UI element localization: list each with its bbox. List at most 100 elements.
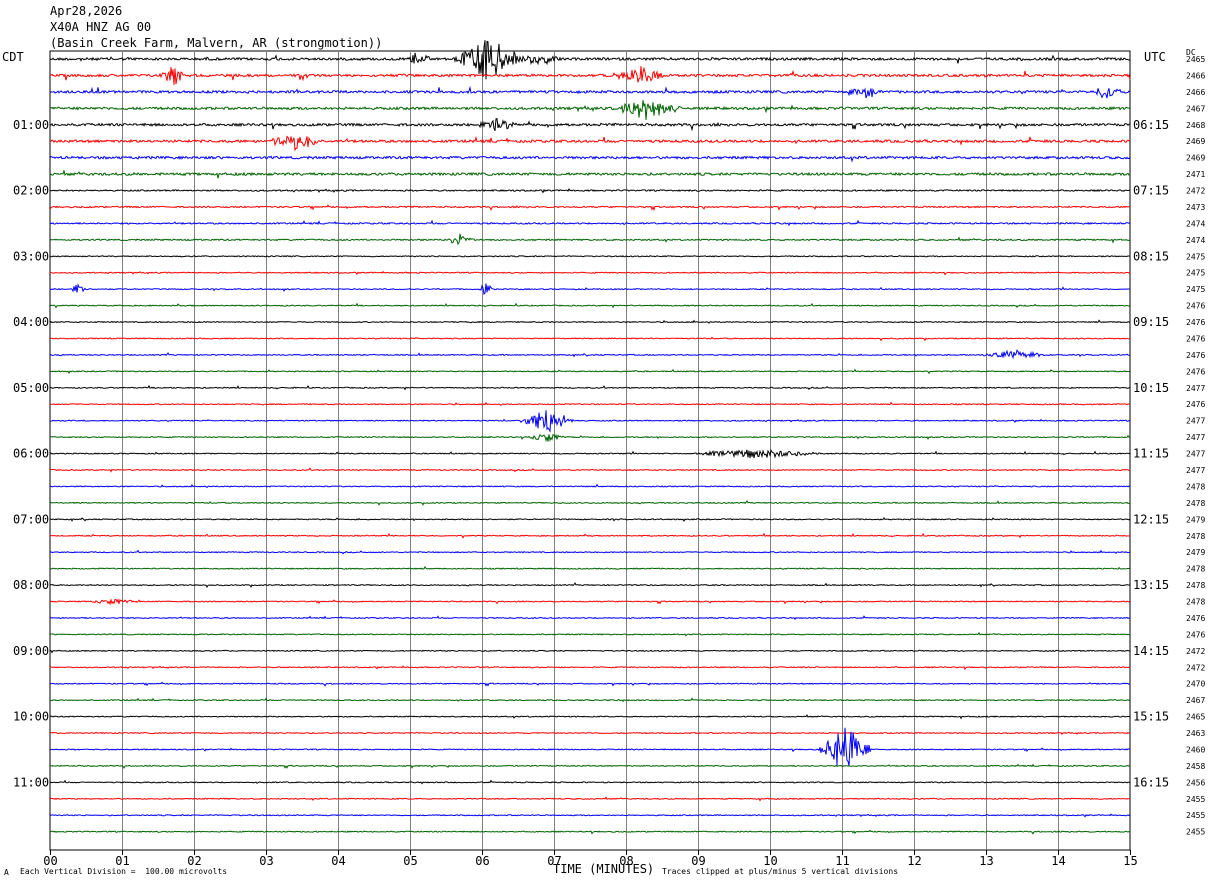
dc-offset-label: 2463: [1186, 729, 1205, 738]
seismic-trace: [49, 219, 1131, 227]
seismic-trace: [49, 336, 1131, 342]
dc-offset-label: 2476: [1186, 614, 1205, 623]
dc-offset-label: 2478: [1186, 482, 1205, 491]
x-axis-title: TIME (MINUTES): [553, 862, 655, 876]
local-time-label: 02:00: [13, 184, 49, 198]
seismic-trace: [49, 565, 1131, 571]
x-tick-label: 11: [835, 854, 849, 868]
dc-offset-label: 2460: [1186, 745, 1205, 754]
x-tick-label: 15: [1123, 854, 1137, 868]
seismic-trace: [49, 187, 1131, 194]
seismic-trace: [49, 483, 1131, 489]
dc-offset-label: 2476: [1186, 630, 1205, 639]
x-tick-label: 03: [259, 854, 273, 868]
seismic-trace: [49, 319, 1131, 324]
dc-offset-label: 2455: [1186, 811, 1205, 820]
dc-offset-label: 2479: [1186, 515, 1205, 524]
seismic-trace: [50, 384, 1131, 391]
seismic-trace: [49, 349, 1131, 360]
local-time-label: 06:00: [13, 447, 49, 461]
x-tick-label: 00: [43, 854, 57, 868]
x-tick-label: 10: [763, 854, 777, 868]
seismic-trace: [49, 255, 1131, 258]
dc-offset-label: 2469: [1186, 154, 1205, 163]
local-time-label: 08:00: [13, 578, 49, 592]
seismic-trace: [49, 100, 1131, 120]
dc-offset-label: 2477: [1186, 417, 1205, 426]
seismic-trace: [49, 779, 1131, 785]
clipping-note: Traces clipped at plus/minus 5 vertical …: [662, 867, 899, 876]
seismic-trace: [49, 170, 1131, 179]
utc-time-label: 07:15: [1133, 184, 1169, 198]
seismic-trace: [50, 117, 1131, 132]
utc-time-label: 11:15: [1133, 447, 1169, 461]
dc-offset-label: 2472: [1186, 647, 1205, 656]
seismic-trace: [49, 665, 1131, 671]
seismic-trace: [49, 681, 1130, 687]
utc-time-label: 10:15: [1133, 381, 1169, 395]
vertical-scale-note: Each Vertical Division = 100.00 microvol…: [20, 867, 228, 876]
seismic-trace: [49, 433, 1131, 443]
utc-time-label: 06:15: [1133, 118, 1169, 132]
local-time-label: 01:00: [13, 118, 49, 132]
local-time-label: 10:00: [13, 710, 49, 724]
dc-offset-label: 2474: [1186, 236, 1205, 245]
seismic-trace: [49, 410, 1130, 433]
dc-offset-label: 2468: [1186, 121, 1205, 130]
utc-time-label: 08:15: [1133, 249, 1169, 263]
dc-offset-label: 2478: [1186, 565, 1205, 574]
plot-frame: [49, 50, 1131, 851]
dc-offset-label: 2477: [1186, 466, 1205, 475]
dc-offset-label: 2476: [1186, 318, 1205, 327]
x-tick-label: 14: [1051, 854, 1065, 868]
seismic-trace: [49, 233, 1130, 246]
local-time-label: 05:00: [13, 381, 49, 395]
dc-offset-label: 2473: [1186, 203, 1205, 212]
seismic-trace: [49, 204, 1131, 212]
dc-offset-label: 2478: [1186, 499, 1205, 508]
seismic-trace: [49, 532, 1131, 539]
x-tick-label: 09: [691, 854, 705, 868]
dc-offset-label: 2476: [1186, 367, 1205, 376]
seismic-trace: [49, 499, 1131, 506]
seismic-trace: [49, 697, 1131, 703]
utc-time-label: 16:15: [1133, 775, 1169, 789]
dc-offset-label: 2475: [1186, 285, 1205, 294]
dc-offset-label: 2467: [1186, 104, 1205, 113]
seismic-trace: [49, 283, 1131, 295]
dc-offset-label: 2475: [1186, 252, 1205, 261]
dc-offset-label: 2469: [1186, 137, 1205, 146]
seismogram-plot: 00 01 02 03 04 05 06 07 08 09 10 11 12 13 14 1524652466…: [13, 40, 1205, 868]
dc-offset-label: 2472: [1186, 663, 1205, 672]
seismic-trace: [49, 549, 1130, 555]
utc-time-label: 15:15: [1133, 710, 1169, 724]
dc-offset-label: 2470: [1186, 680, 1205, 689]
x-tick-label: 06: [475, 854, 489, 868]
seismic-trace: [49, 66, 1131, 85]
dc-offset-label: 2476: [1186, 302, 1205, 311]
dc-offset-label: 2475: [1186, 269, 1205, 278]
x-tick-label: 04: [331, 854, 345, 868]
dc-offset-label: 2476: [1186, 351, 1205, 360]
seismic-trace: [49, 649, 1131, 654]
seismic-trace: [49, 796, 1131, 802]
utc-time-label: 13:15: [1133, 578, 1169, 592]
dc-offset-label: 2455: [1186, 795, 1205, 804]
corner-mark: A: [4, 868, 9, 877]
dc-offset-label: 2458: [1186, 762, 1205, 771]
seismic-trace: [49, 401, 1131, 406]
seismic-trace: [49, 467, 1131, 473]
utc-time-label: 14:15: [1133, 644, 1169, 658]
seismic-trace: [49, 829, 1131, 835]
seismic-trace: [49, 517, 1131, 523]
dc-offset-label: 2476: [1186, 334, 1205, 343]
seismic-trace: [49, 813, 1131, 818]
seismic-trace: [49, 270, 1131, 276]
x-tick-label: 05: [403, 854, 417, 868]
local-time-label: 07:00: [13, 512, 49, 526]
seismic-trace: [49, 368, 1131, 375]
seismic-trace: [49, 40, 1131, 80]
x-tick-label: 13: [979, 854, 993, 868]
utc-time-label: 09:15: [1133, 315, 1169, 329]
seismic-trace: [49, 731, 1131, 735]
